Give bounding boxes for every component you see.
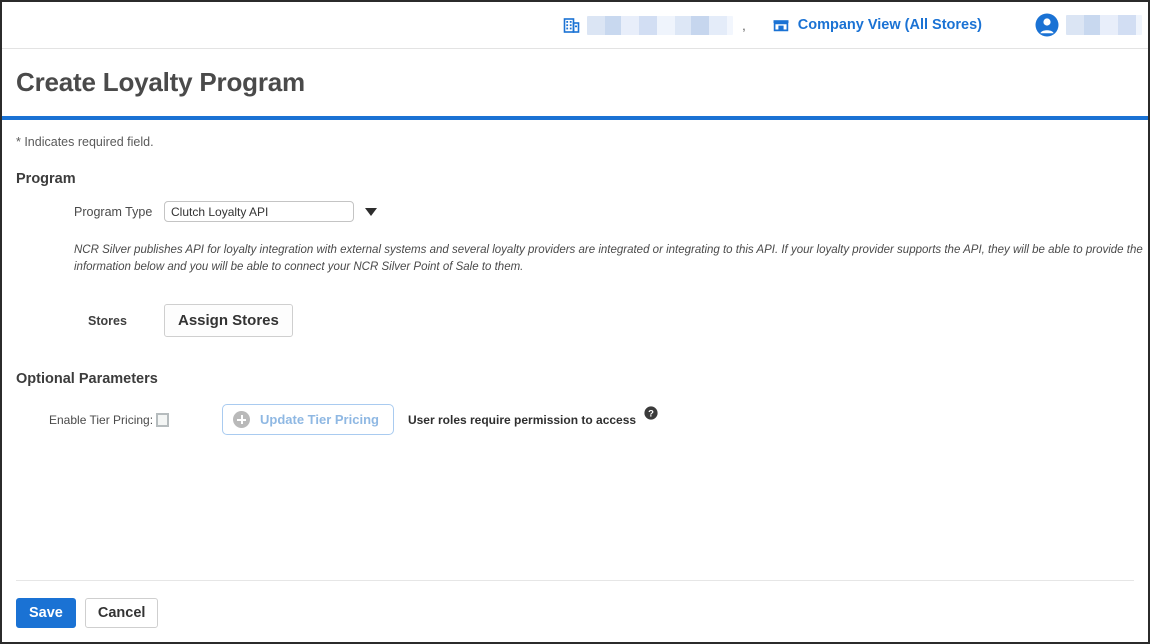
- enable-tier-pricing-checkbox[interactable]: [156, 412, 169, 427]
- user-avatar-icon: [1034, 12, 1060, 38]
- form-content: * Indicates required field. Program Prog…: [2, 135, 1148, 436]
- assign-stores-button[interactable]: Assign Stores: [164, 304, 293, 338]
- optional-parameters-heading: Optional Parameters: [16, 371, 158, 388]
- chevron-down-icon[interactable]: [365, 207, 377, 216]
- permission-requirement-text: User roles require permission to access: [407, 412, 637, 427]
- program-type-label: Program Type: [74, 204, 153, 219]
- company-comma: ,: [742, 17, 746, 33]
- company-view-selector[interactable]: Company View (All Stores): [772, 17, 982, 33]
- page-title-section: Create Loyalty Program: [2, 49, 1148, 98]
- stores-row: Stores Assign Stores: [16, 304, 1134, 338]
- top-header-bar: , Company View (All Stores): [2, 2, 1148, 49]
- stores-label: Stores: [88, 313, 127, 328]
- plus-circle-icon: [233, 411, 250, 429]
- program-type-select-group: Clutch Loyalty API: [164, 201, 377, 222]
- footer-buttons: Save Cancel: [16, 598, 1134, 628]
- application-window: , Company View (All Stores) Create Loyal…: [0, 0, 1150, 644]
- user-account-menu[interactable]: [1034, 12, 1142, 38]
- required-field-note: * Indicates required field.: [16, 135, 154, 149]
- user-name-redacted: [1066, 15, 1142, 35]
- enable-tier-pricing-row: Enable Tier Pricing: Update Tier Pricing…: [16, 404, 1134, 436]
- company-selector[interactable]: ,: [563, 15, 746, 35]
- save-button[interactable]: Save: [16, 598, 76, 628]
- title-underline-rule: [2, 116, 1148, 120]
- company-name-redacted: [587, 15, 734, 35]
- footer-divider: [16, 580, 1134, 581]
- page-title: Create Loyalty Program: [16, 67, 305, 97]
- company-view-label: Company View (All Stores): [797, 17, 982, 33]
- program-section-heading: Program: [16, 171, 76, 187]
- update-tier-pricing-button[interactable]: Update Tier Pricing: [222, 404, 394, 436]
- api-description-note: NCR Silver publishes API for loyalty int…: [74, 244, 1143, 274]
- cancel-button[interactable]: Cancel: [84, 598, 159, 628]
- building-icon: [563, 17, 580, 34]
- update-tier-pricing-label: Update Tier Pricing: [260, 412, 379, 428]
- storefront-icon: [772, 17, 790, 33]
- svg-text:?: ?: [648, 408, 654, 419]
- enable-tier-pricing-label: Enable Tier Pricing:: [49, 412, 154, 427]
- help-circle-icon[interactable]: ?: [644, 406, 658, 425]
- program-type-select[interactable]: Clutch Loyalty API: [164, 201, 354, 222]
- footer-action-bar: Save Cancel: [2, 580, 1148, 642]
- program-type-row: Program Type Clutch Loyalty API: [16, 201, 1134, 222]
